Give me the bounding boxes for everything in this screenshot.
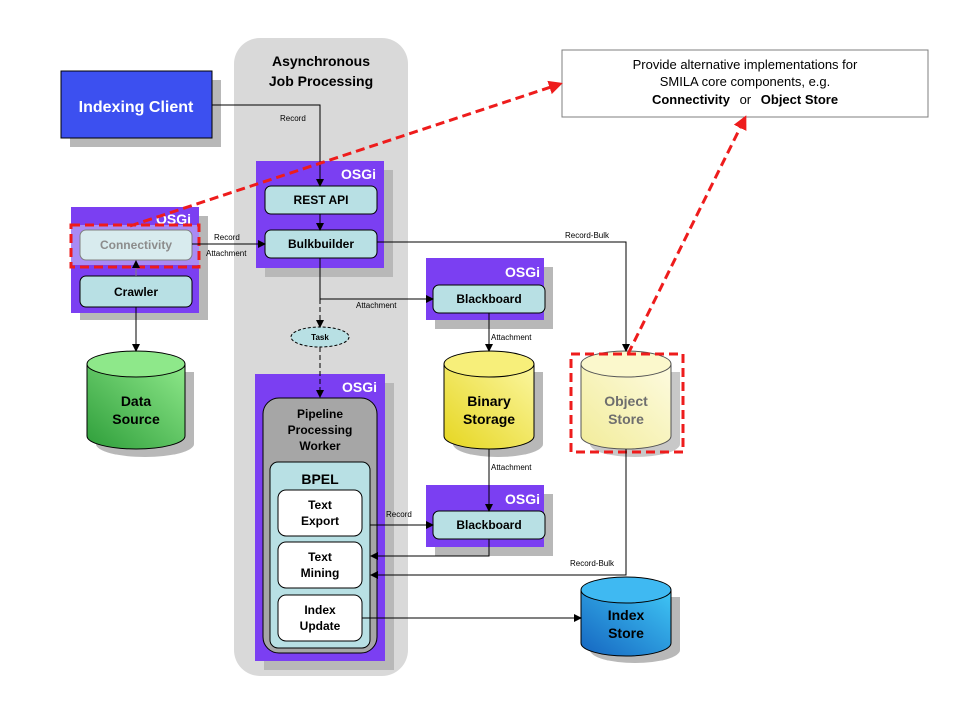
callout-bold-object-store: Object Store [761,92,838,107]
store-label: Object [604,393,648,409]
edge-label: Attachment [491,463,532,472]
worker-title-line1: Pipeline [297,407,343,421]
panel-title-line1: Asynchronous [272,53,370,69]
index-store-store[interactable]: Index Store [580,576,680,663]
architecture-diagram: Asynchronous Job Processing Indexing Cli… [60,38,929,676]
index-update-step[interactable]: Index Update [277,594,363,642]
store-label: Binary [467,393,511,409]
indexing-client-label: Indexing Client [79,99,194,116]
bulkbuilder-label: Bulkbuilder [288,237,354,251]
indexing-client-node[interactable]: Indexing Client [60,70,221,147]
step-label: Update [300,619,341,633]
callout-line1: Provide alternative implementations for [633,57,858,72]
blackboard-bottom-label: Blackboard [456,518,521,532]
callout-bold-connectivity: Connectivity [652,92,731,107]
store-label: Data [121,393,152,409]
panel-title-line2: Job Processing [269,73,373,89]
edge-label: Record-Bulk [565,231,610,240]
store-label: Store [608,411,644,427]
bpel-label: BPEL [301,471,339,487]
osgi-label: OSGi [341,166,376,182]
callout-note: Provide alternative implementations for … [561,49,929,118]
osgi-label: OSGi [342,379,377,395]
blackboard-top-component[interactable]: Blackboard [432,284,546,314]
task-node[interactable]: Task [290,326,350,348]
callout-line2: SMILA core components, e.g. [660,74,831,89]
step-label: Export [301,514,339,528]
store-label: Store [608,625,644,641]
svg-text:Connectivity or Ob: Connectivity or Object Store [652,92,838,107]
bulkbuilder-component[interactable]: Bulkbuilder [264,229,378,259]
task-label: Task [311,333,329,342]
blackboard-top-label: Blackboard [456,292,521,306]
rest-api-component[interactable]: REST API [264,185,378,215]
store-label: Source [112,411,160,427]
red-arrow-objectstore-to-callout [626,115,747,355]
store-label: Index [608,607,645,623]
edge-label: Record [280,114,306,123]
step-label: Text [308,498,332,512]
blackboard-bottom-component[interactable]: Blackboard [432,510,546,540]
binary-storage-store[interactable]: Binary Storage [443,350,543,457]
crawler-label: Crawler [114,285,158,299]
worker-osgi-bundle: OSGi Pipeline Processing Worker BPEL Tex… [255,374,394,670]
crawler-component[interactable]: Crawler [79,275,193,308]
object-store-store[interactable]: Object Store [569,350,685,457]
step-label: Mining [301,566,340,580]
worker-title-line3: Worker [299,439,340,453]
connectivity-component[interactable]: Connectivity [79,229,193,261]
edge-label: Record [214,233,240,242]
osgi-label: OSGi [505,491,540,507]
left-osgi-bundle: OSGi Connectivity Crawler [69,207,208,320]
edge-label: Attachment [356,301,397,310]
edge-label: Record-Bulk [570,559,615,568]
worker-title-line2: Processing [288,423,353,437]
step-label: Index [304,603,336,617]
edge-label: Attachment [491,333,532,342]
text-mining-step[interactable]: Text Mining [277,541,363,589]
osgi-label: OSGi [505,264,540,280]
callout-or: or [740,92,752,107]
edge-label: Record [386,510,412,519]
step-label: Text [308,550,332,564]
store-label: Storage [463,411,515,427]
rest-api-label: REST API [294,193,349,207]
connectivity-label: Connectivity [100,238,172,252]
text-export-step[interactable]: Text Export [277,489,363,537]
edge-label: Attachment [206,249,247,258]
data-source-store[interactable]: Data Source [86,350,194,457]
